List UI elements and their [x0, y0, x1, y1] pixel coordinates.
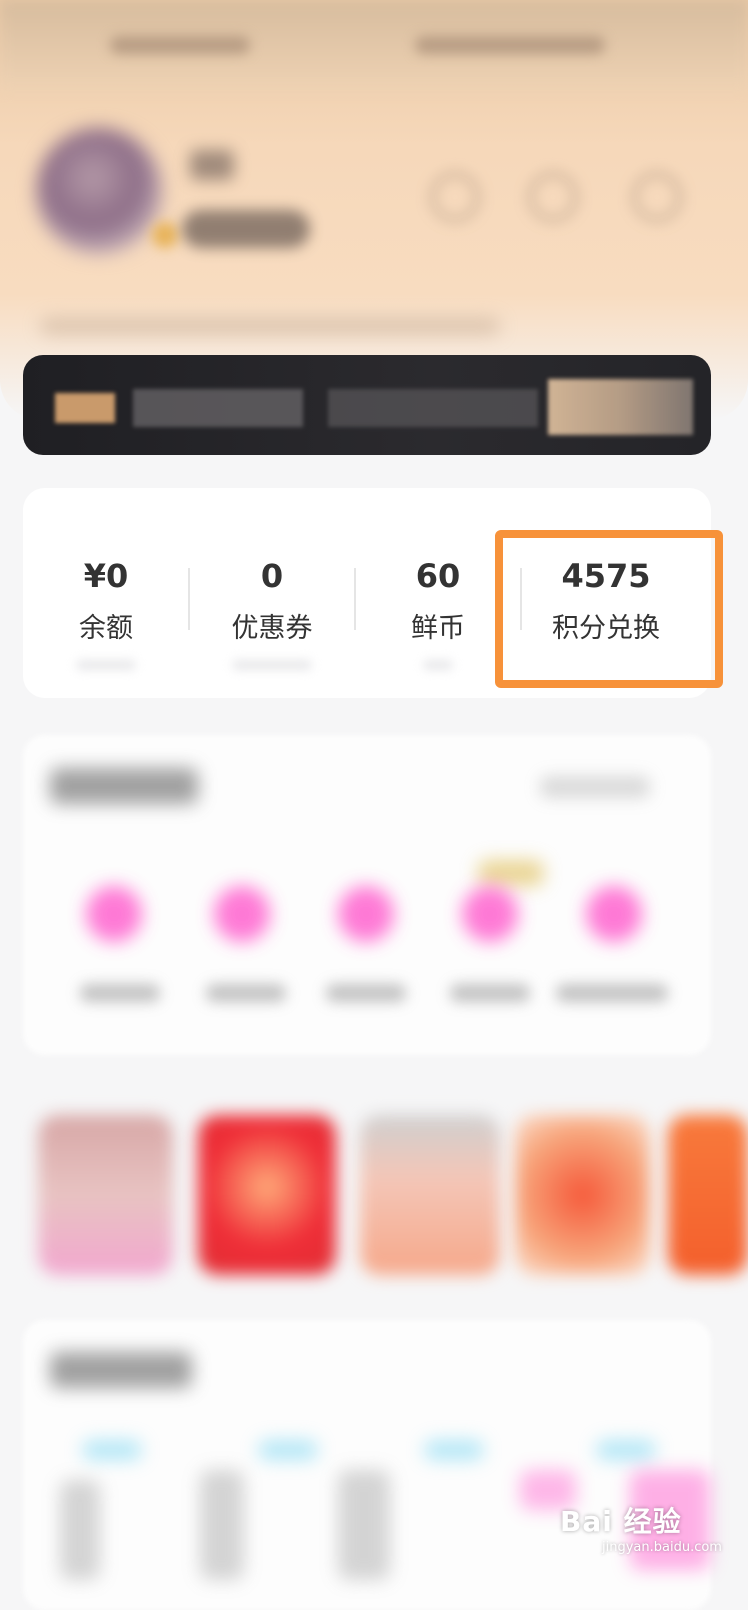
balance-label: 余额 — [79, 613, 133, 644]
banner-4[interactable] — [515, 1115, 650, 1275]
banner-1[interactable] — [38, 1115, 173, 1275]
membership-card-button-obscured[interactable] — [548, 379, 693, 435]
membership-card-icon — [55, 393, 115, 423]
membership-card-subtext-obscured — [328, 389, 538, 427]
services-more-obscured[interactable] — [540, 776, 650, 798]
tools-title-obscured — [50, 1352, 192, 1388]
service-label-2-obscured — [206, 984, 286, 1002]
service-label-5-obscured — [556, 984, 668, 1002]
coupons-sub-obscured — [232, 660, 312, 670]
membership-card[interactable] — [23, 355, 711, 455]
tool-icon-2[interactable] — [258, 1440, 318, 1460]
points-exchange-highlight — [495, 530, 723, 688]
service-tag-icon — [478, 860, 544, 886]
tool-item-3-obscured — [338, 1470, 390, 1580]
service-label-1-obscured — [80, 984, 160, 1002]
service-icon-4[interactable] — [462, 886, 518, 942]
services-title-obscured — [50, 768, 198, 804]
member-badge-icon — [152, 222, 178, 248]
header-action-icon-1[interactable] — [430, 172, 480, 222]
fresh-coins-sub-obscured — [423, 660, 453, 670]
tool-icon-4[interactable] — [596, 1440, 656, 1460]
tool-item-2-obscured — [200, 1470, 244, 1580]
header-action-icon-2[interactable] — [528, 172, 578, 222]
balance-value: ¥0 — [83, 557, 129, 595]
avatar[interactable] — [36, 128, 162, 254]
status-bar-left-blur — [110, 36, 250, 54]
watermark-logo: Bai 经验 — [560, 1505, 682, 1538]
coupons-label: 优惠券 — [231, 613, 313, 644]
service-icon-5[interactable] — [586, 886, 642, 942]
tool-item-1-obscured — [60, 1480, 100, 1580]
service-label-4-obscured — [450, 984, 530, 1002]
service-icon-3[interactable] — [338, 886, 394, 942]
header-info-obscured — [40, 318, 500, 334]
banner-2[interactable] — [198, 1115, 336, 1275]
balance-sub-obscured — [76, 660, 136, 670]
settings-icon[interactable] — [632, 172, 682, 222]
tool-icon-3[interactable] — [424, 1440, 484, 1460]
service-icon-2[interactable] — [214, 886, 270, 942]
member-level-badge-obscured[interactable] — [182, 210, 310, 248]
membership-card-text-obscured — [133, 389, 303, 427]
tool-icon-1[interactable] — [82, 1440, 142, 1460]
coupons-value: 0 — [260, 557, 284, 595]
asset-coupons[interactable]: 0 优惠券 — [189, 488, 355, 698]
service-label-3-obscured — [326, 984, 406, 1002]
status-bar-right-blur — [415, 36, 605, 54]
banner-5[interactable] — [668, 1115, 748, 1275]
banner-3[interactable] — [360, 1115, 500, 1275]
asset-balance[interactable]: ¥0 余额 — [23, 488, 189, 698]
watermark-url: jingyan.baidu.com — [602, 1540, 722, 1555]
service-icon-1[interactable] — [86, 886, 142, 942]
username-obscured — [190, 150, 234, 180]
